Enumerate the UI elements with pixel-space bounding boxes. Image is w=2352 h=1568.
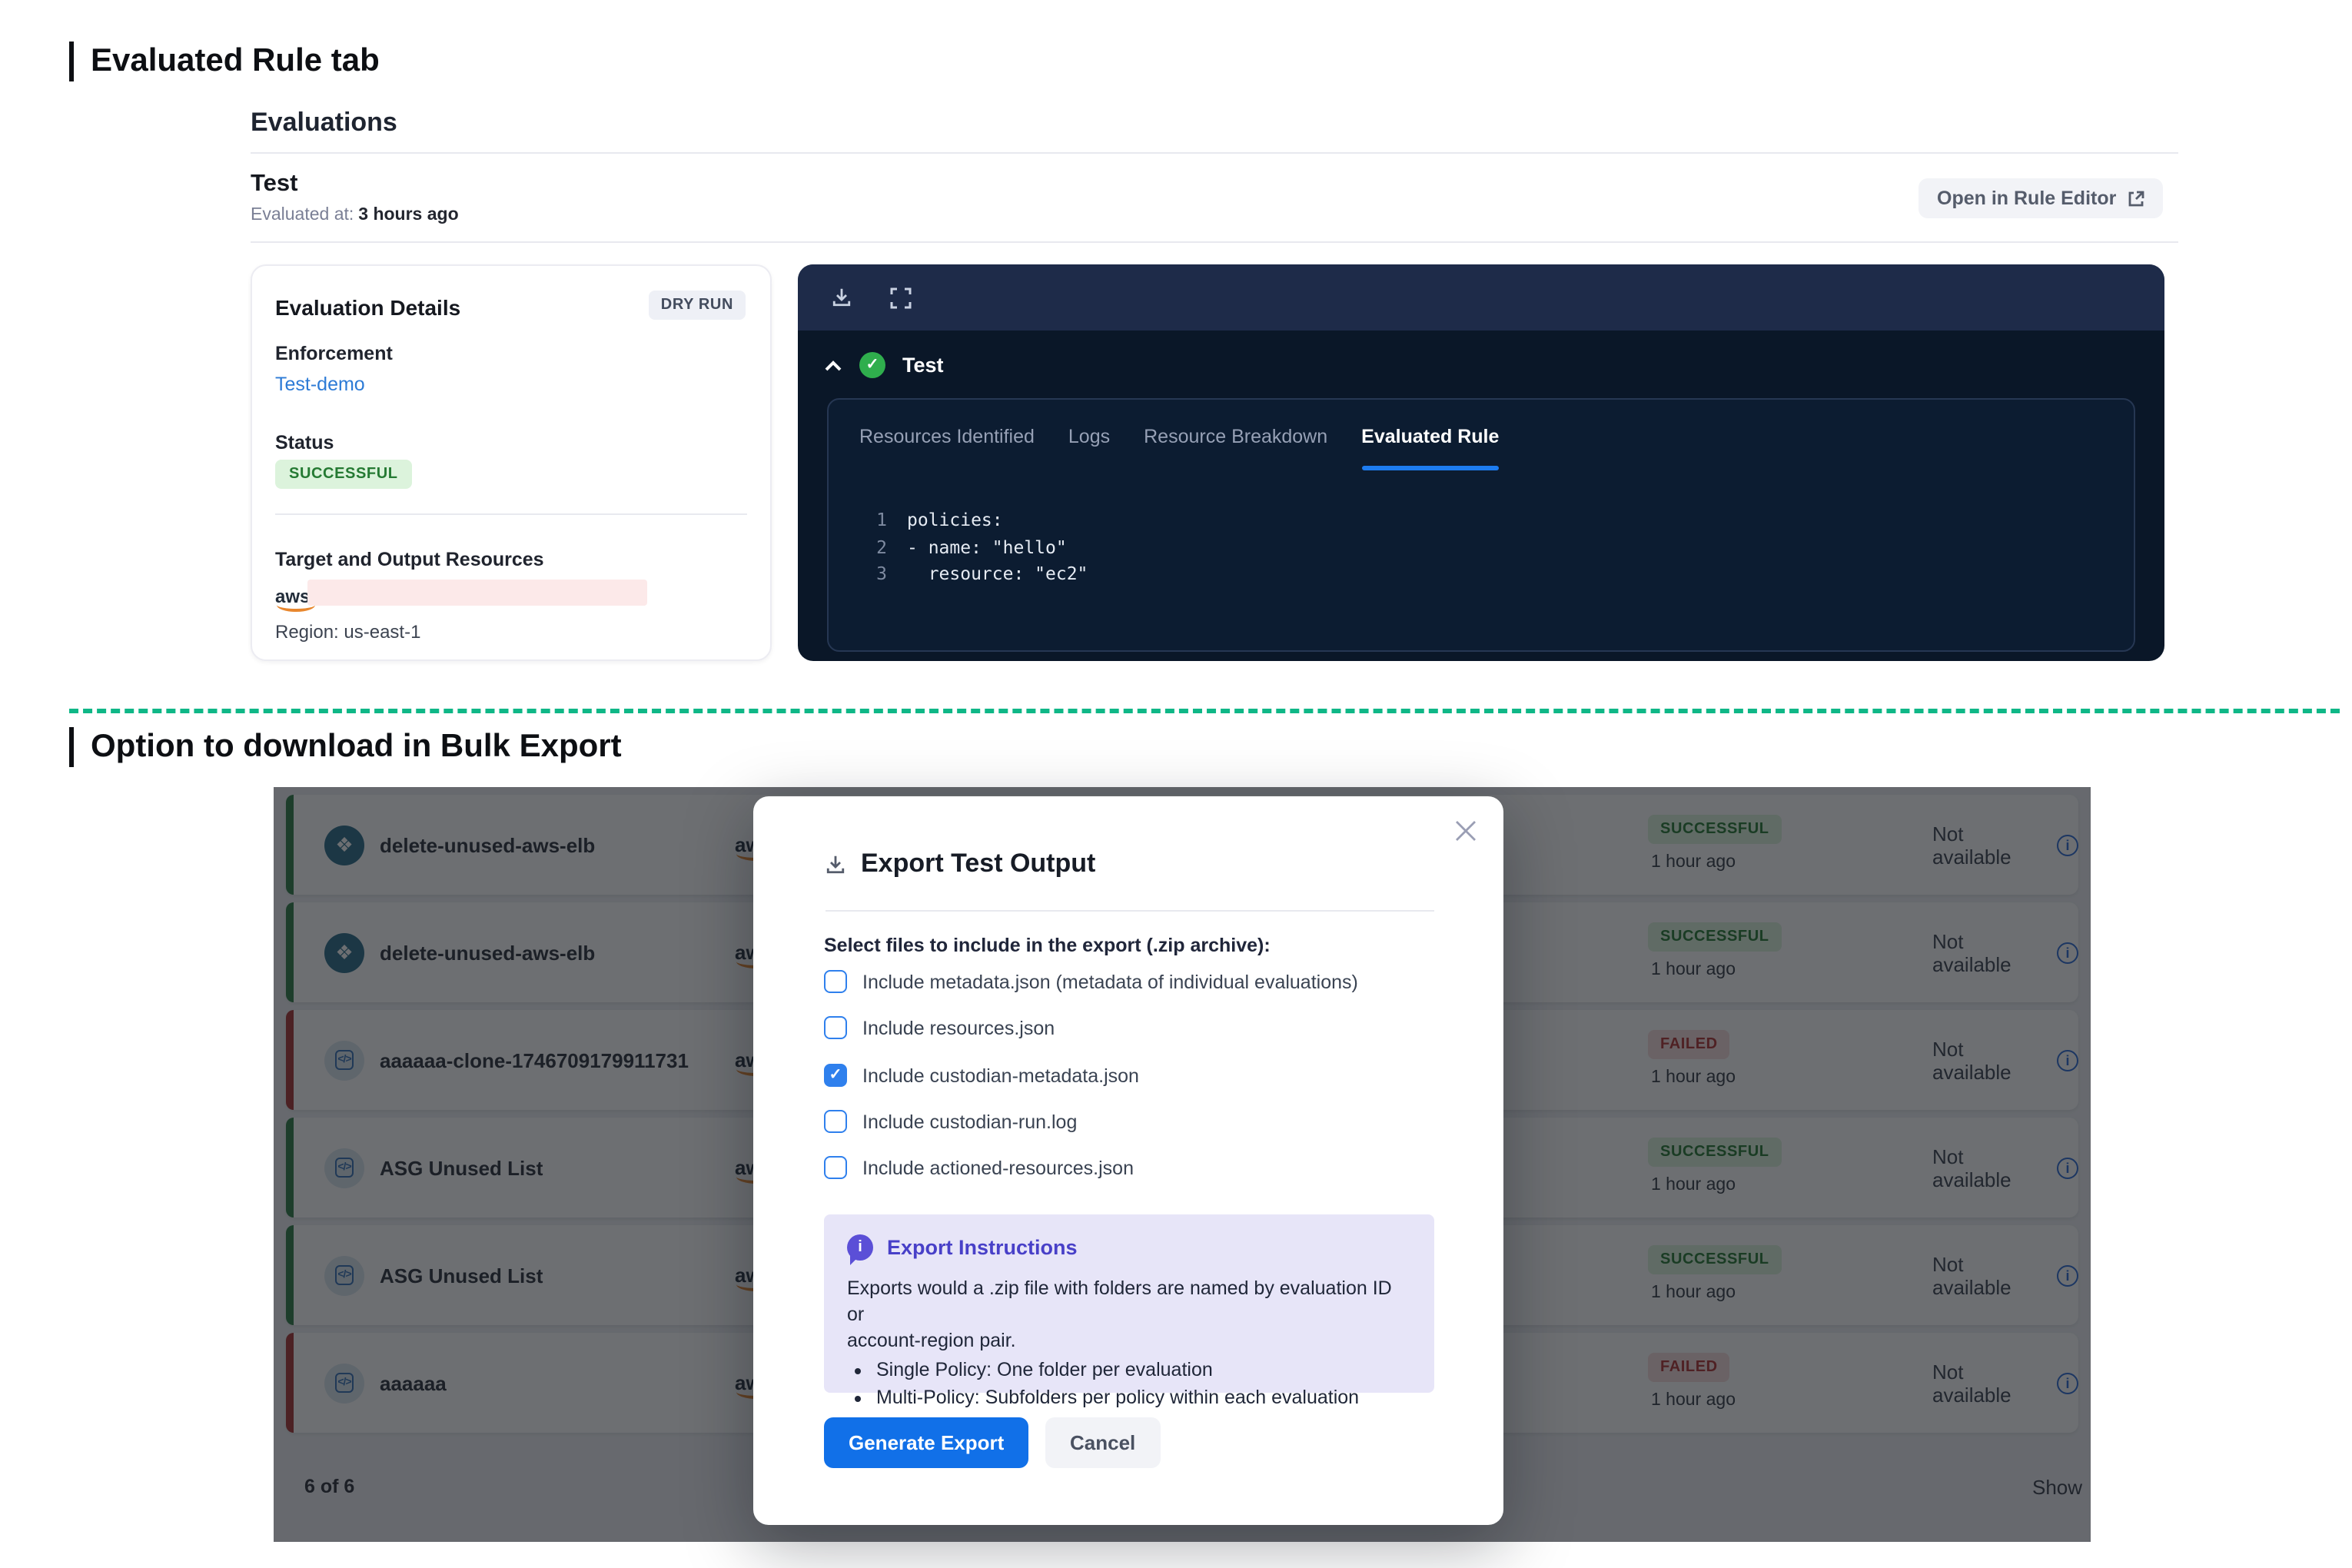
checkbox[interactable]: ✓ [824,1156,847,1179]
instructions-header: i Export Instructions [847,1234,1078,1261]
checkbox-include-custodian-run-log[interactable]: ✓ Include custodian-run.log [824,1110,1077,1133]
checkbox-label: Include metadata.json (metadata of indiv… [862,971,1358,992]
checkbox-label: Include resources.json [862,1017,1055,1038]
code-line: 3 resource: "ec2" [872,561,2103,588]
download-icon [824,852,847,875]
export-modal: Export Test Output Select files to inclu… [753,796,1503,1525]
instructions-line: account-region pair. [847,1328,1413,1354]
line-number: 3 [872,561,887,588]
instructions-body: Exports would a .zip file with folders a… [847,1276,1413,1411]
dashed-separator [69,709,2340,713]
success-check-icon: ✓ [859,352,885,378]
code-block: 1 policies: 2 - name: "hello" 3 resource: … [872,507,2103,588]
evaluated-at-value: 3 hours ago [358,206,458,224]
generate-export-button[interactable]: Generate Export [824,1417,1028,1468]
modal-title-row: Export Test Output [824,849,1095,879]
tab-resource-breakdown[interactable]: Resource Breakdown [1144,426,1327,450]
download-icon[interactable] [830,286,853,309]
tab-resources-identified[interactable]: Resources Identified [859,426,1035,450]
target-resources-label: Target and Output Resources [275,549,544,570]
region-text: Region: us-east-1 [275,621,420,643]
checkbox-include-resources[interactable]: ✓ Include resources.json [824,1016,1055,1039]
checkbox[interactable]: ✓ [824,1064,847,1087]
modal-title: Export Test Output [861,849,1095,879]
checkbox-label: Include custodian-metadata.json [862,1065,1139,1086]
enforcement-label: Enforcement [275,343,393,364]
test-output-viewer: ✓ Test Resources Identified Logs Resourc… [798,264,2164,661]
evaluation-details-card: Evaluation Details DRY RUN Enforcement T… [251,264,772,661]
info-bubble-icon: i [847,1234,873,1261]
divider [826,910,1434,912]
export-instructions-box: i Export Instructions Exports would a .z… [824,1214,1434,1393]
chevron-up-icon[interactable] [824,359,842,371]
status-badge: SUCCESSFUL [275,460,412,489]
aws-logo: aws [275,587,310,606]
bullet-item: Single Policy: One folder per evaluation [876,1357,1413,1384]
divider [251,241,2178,243]
dry-run-badge: DRY RUN [649,291,746,320]
fullscreen-icon[interactable] [890,287,912,308]
viewer-toolbar [798,264,2164,331]
open-in-rule-editor-label: Open in Rule Editor [1937,188,2116,209]
tab-evaluated-rule[interactable]: Evaluated Rule [1361,426,1499,450]
section-title-bulk-export: Option to download in Bulk Export [69,727,622,767]
checkbox[interactable]: ✓ [824,970,847,993]
evaluations-heading: Evaluations [251,108,397,138]
checkbox-include-actioned-resources[interactable]: ✓ Include actioned-resources.json [824,1156,1134,1179]
evaluation-name: Test [251,171,297,198]
code-text: - name: "hello" [907,534,1067,561]
run-name: Test [902,354,944,377]
evaluated-at-label: Evaluated at: [251,206,354,224]
checkbox[interactable]: ✓ [824,1110,847,1133]
run-detail-panel: Resources Identified Logs Resource Break… [827,398,2135,652]
external-link-icon [2127,190,2144,207]
enforcement-link[interactable]: Test-demo [275,374,365,395]
tab-logs[interactable]: Logs [1068,426,1110,450]
checkbox-include-custodian-metadata[interactable]: ✓ Include custodian-metadata.json [824,1064,1139,1087]
cancel-button[interactable]: Cancel [1045,1417,1160,1468]
open-in-rule-editor-button[interactable]: Open in Rule Editor [1918,178,2162,218]
instructions-bullets: Single Policy: One folder per evaluation… [847,1357,1413,1411]
code-text: policies: [907,507,1003,534]
section-title-evaluated-rule-tab: Evaluated Rule tab [69,42,380,81]
viewer-tabs: Resources Identified Logs Resource Break… [859,426,2164,450]
close-icon[interactable] [1453,818,1479,844]
redacted-resource-name [307,580,647,606]
select-files-label: Select files to include in the export (.… [824,935,1271,956]
divider [251,152,2178,154]
bullet-item: Multi-Policy: Subfolders per policy with… [876,1385,1413,1411]
line-number: 2 [872,534,887,561]
code-line: 2 - name: "hello" [872,534,2103,561]
run-row: ✓ Test [824,352,944,378]
instructions-title: Export Instructions [887,1236,1078,1259]
checkbox-include-metadata[interactable]: ✓ Include metadata.json (metadata of ind… [824,970,1358,993]
status-label: Status [275,432,334,453]
page: Evaluated Rule tab Evaluations Test Eval… [0,0,2352,1568]
checkbox[interactable]: ✓ [824,1016,847,1039]
code-line: 1 policies: [872,507,2103,534]
instructions-line: Exports would a .zip file with folders a… [847,1276,1413,1328]
checkbox-label: Include actioned-resources.json [862,1157,1134,1178]
details-card-title: Evaluation Details [275,295,460,320]
code-text: resource: "ec2" [907,561,1088,588]
line-number: 1 [872,507,887,534]
checkbox-label: Include custodian-run.log [862,1111,1077,1132]
divider [275,513,747,515]
evaluated-at: Evaluated at:3 hours ago [251,206,459,224]
